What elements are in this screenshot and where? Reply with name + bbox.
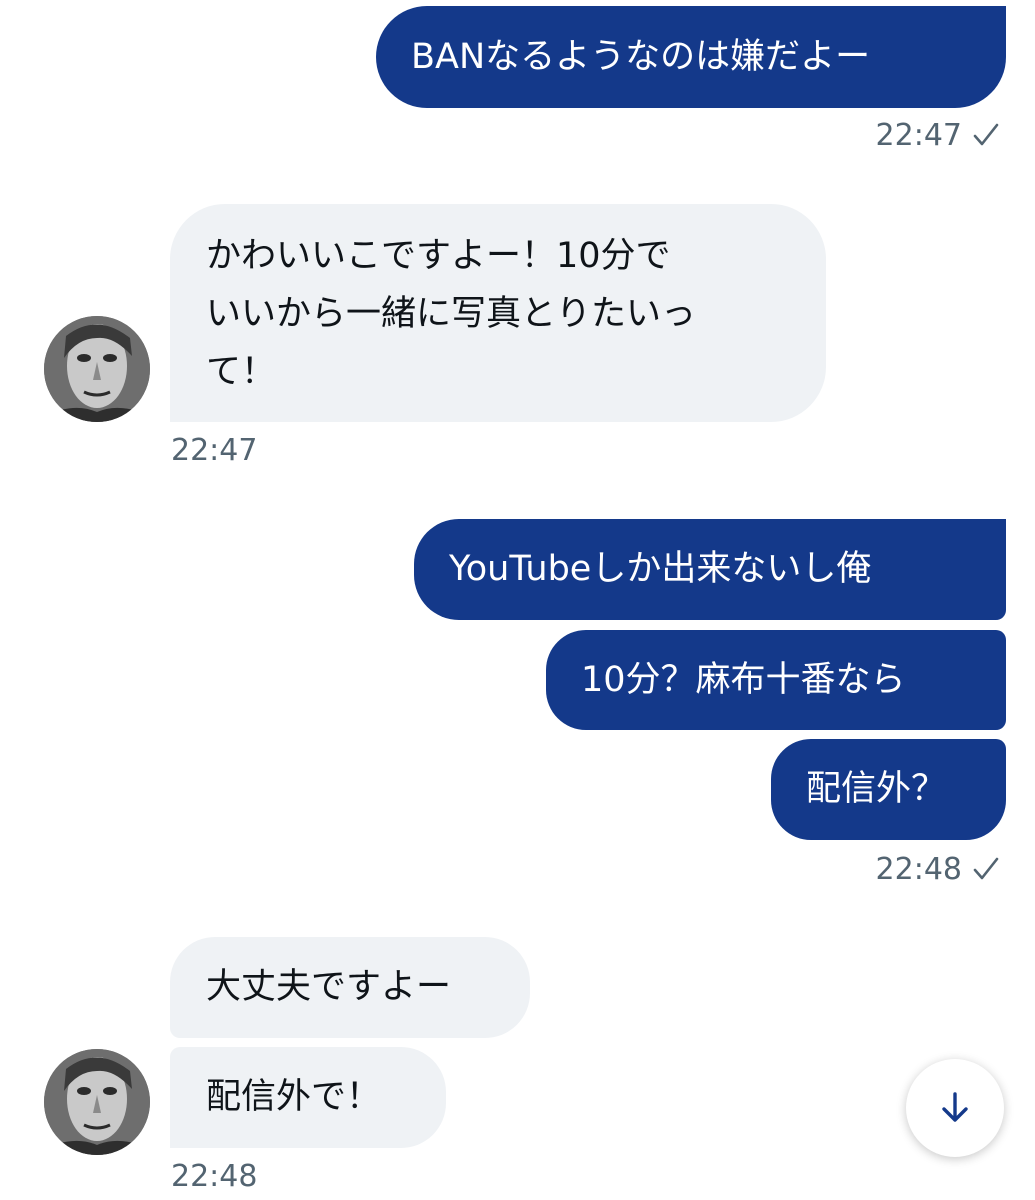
message-text: 配信外で！ xyxy=(206,1077,382,1117)
conversation-view: BANなるようなのは嫌だよー 22:47 かわいいこですよー！10分で いいから… xyxy=(0,0,1035,1200)
message-timestamp: 22:47 xyxy=(171,433,258,468)
message-text: 10分？麻布十番なら xyxy=(581,660,906,700)
incoming-message[interactable]: 大丈夫ですよー xyxy=(170,937,530,1038)
avatar-image xyxy=(44,1049,150,1155)
message-timestamp: 22:48 xyxy=(171,1159,258,1194)
arrow-down-icon xyxy=(942,1092,968,1122)
outgoing-message[interactable]: 配信外？ xyxy=(771,739,1006,840)
message-text: YouTubeしか出来ないし俺 xyxy=(449,549,872,589)
check-icon xyxy=(973,857,999,880)
avatar-image xyxy=(44,316,150,422)
message-timestamp: 22:48 xyxy=(876,852,1000,887)
avatar[interactable] xyxy=(44,316,150,422)
outgoing-message[interactable]: BANなるようなのは嫌だよー xyxy=(376,6,1006,108)
message-timestamp: 22:47 xyxy=(876,118,1000,153)
message-text: 大丈夫ですよー xyxy=(206,967,452,1007)
scroll-to-bottom-button[interactable] xyxy=(906,1059,1004,1157)
message-text-line: いいから一緒に写真とりたいっ xyxy=(206,294,697,334)
check-icon xyxy=(973,123,999,146)
message-text: BANなるようなのは嫌だよー xyxy=(411,37,871,77)
incoming-message[interactable]: 配信外で！ xyxy=(170,1047,446,1148)
message-text-line: かわいいこですよー！10分で xyxy=(206,236,671,276)
message-text: 配信外？ xyxy=(806,769,947,809)
outgoing-message[interactable]: YouTubeしか出来ないし俺 xyxy=(414,519,1006,620)
incoming-message[interactable]: かわいいこですよー！10分で いいから一緒に写真とりたいっ て！ xyxy=(170,204,826,422)
outgoing-message[interactable]: 10分？麻布十番なら xyxy=(546,630,1006,730)
avatar[interactable] xyxy=(44,1049,150,1155)
message-text-line: て！ xyxy=(206,352,277,392)
